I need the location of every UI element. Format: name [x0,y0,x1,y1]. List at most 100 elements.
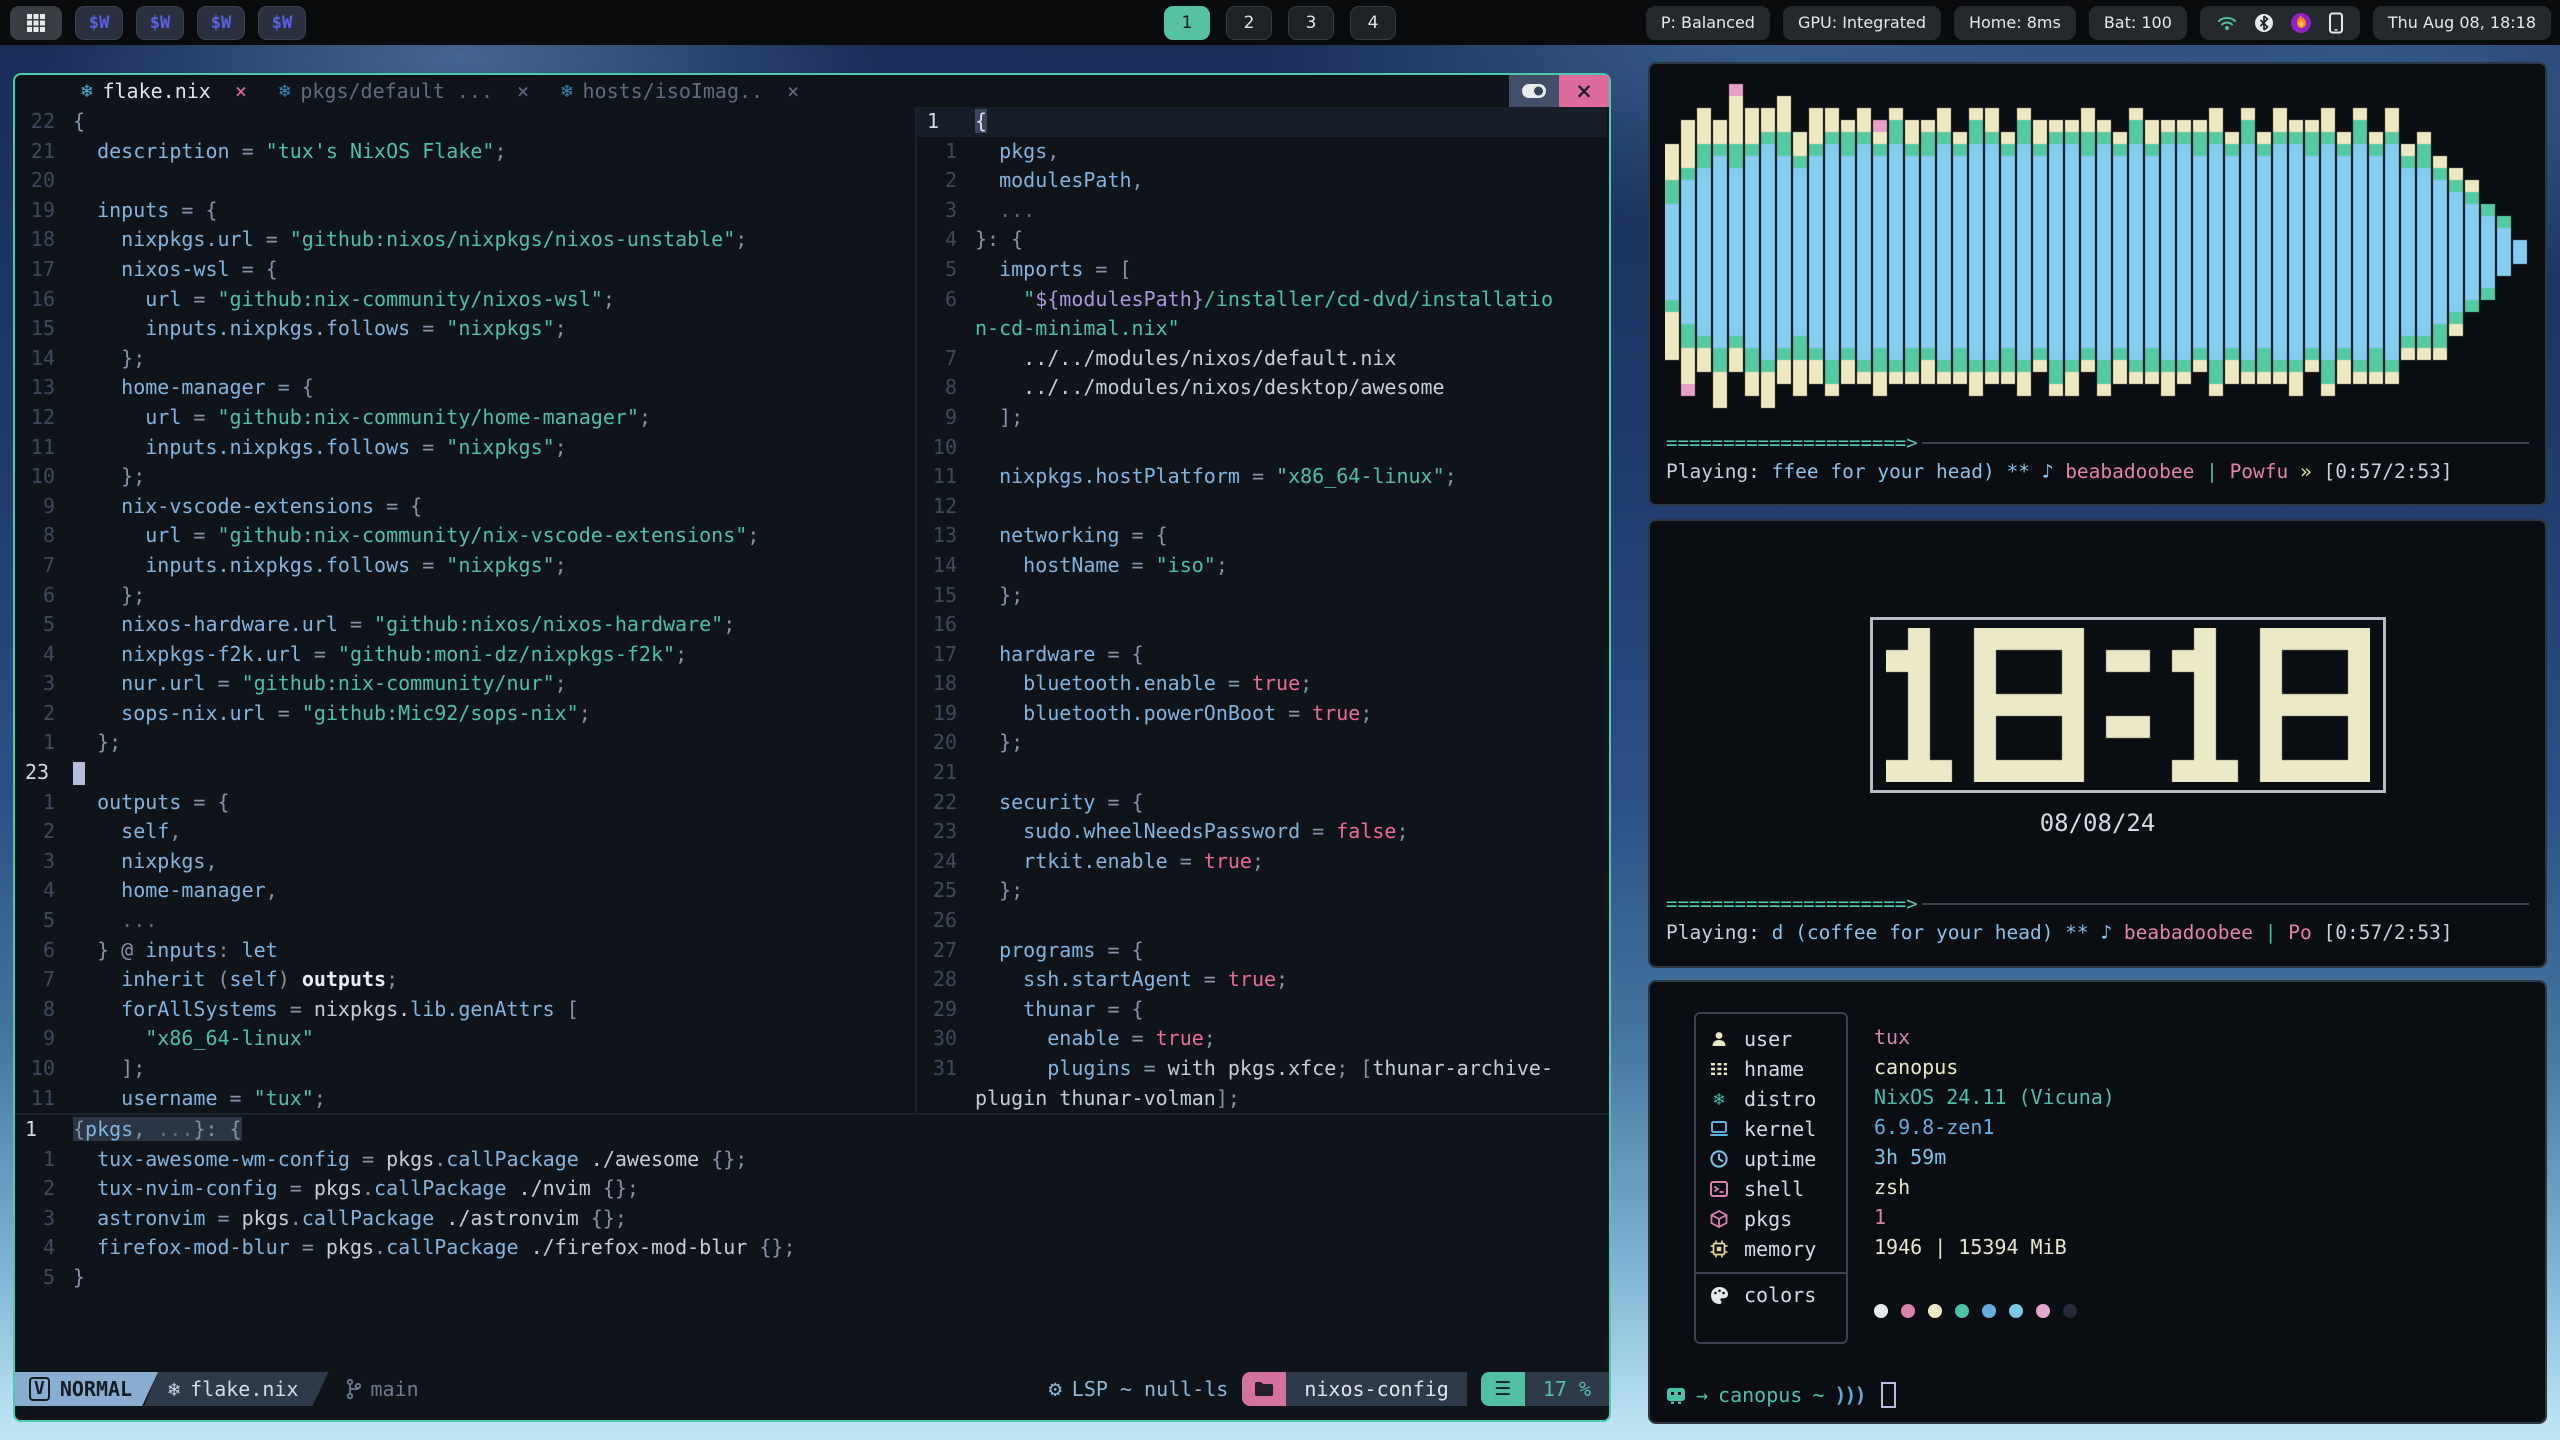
code-line[interactable]: 17 nixos-wsl = { [15,255,915,285]
code-line[interactable]: 4}: { [917,225,1607,255]
code-line[interactable]: 25 }; [917,876,1607,906]
code-line[interactable]: 10 [917,433,1607,463]
code-line[interactable]: 19 bluetooth.powerOnBoot = true; [917,699,1607,729]
tab-close-icon[interactable]: × [787,79,799,103]
code-line[interactable]: 6 }; [15,581,915,611]
code-line[interactable]: 4 home-manager, [15,876,915,906]
code-line[interactable]: 11 inputs.nixpkgs.follows = "nixpkgs"; [15,433,915,463]
tab-hosts/isoImag..[interactable]: ❄hosts/isoImag..× [555,79,825,103]
code-line[interactable]: 22{ [15,107,915,137]
code-line[interactable]: 3 nur.url = "github:nix-community/nur"; [15,669,915,699]
code-line[interactable]: 7 inputs.nixpkgs.follows = "nixpkgs"; [15,551,915,581]
code-line[interactable]: 2 tux-nvim-config = pkgs.callPackage ./n… [15,1174,1609,1204]
code-line[interactable]: 20 }; [917,728,1607,758]
code-line[interactable]: 8 ../../modules/nixos/desktop/awesome [917,373,1607,403]
code-line[interactable]: 1 outputs = { [15,788,915,818]
code-line[interactable]: 7 inherit (self) outputs; [15,965,915,995]
code-line[interactable]: 6 } @ inputs: let [15,936,915,966]
fetch-window[interactable]: userhname❄distrokerneluptimeshellpkgsmem… [1648,980,2547,1424]
code-line[interactable]: 26 [917,906,1607,936]
code-line[interactable]: 18 nixpkgs.url = "github:nixos/nixpkgs/n… [15,225,915,255]
code-line[interactable]: 13 home-manager = { [15,373,915,403]
tag-4[interactable]: 4 [1350,6,1396,40]
code-line[interactable]: 3 astronvim = pkgs.callPackage ./astronv… [15,1204,1609,1234]
code-line[interactable]: 1 }; [15,728,915,758]
code-line[interactable]: plugin thunar-volman]; [917,1084,1607,1113]
code-line[interactable]: 11 nixpkgs.hostPlatform = "x86_64-linux"… [917,462,1607,492]
code-line[interactable]: 10 }; [15,462,915,492]
code-line[interactable]: 14 }; [15,344,915,374]
code-line[interactable]: 5 imports = [ [917,255,1607,285]
workspace-icon[interactable]: $W [258,6,306,40]
code-line[interactable]: 15 inputs.nixpkgs.follows = "nixpkgs"; [15,314,915,344]
code-line[interactable]: 18 bluetooth.enable = true; [917,669,1607,699]
visualizer-window[interactable]: =====================> Playing: ffee for… [1648,62,2547,506]
code-line[interactable]: 21 description = "tux's NixOS Flake"; [15,137,915,167]
window-close-button[interactable]: × [1559,75,1609,107]
launcher-icon[interactable] [10,6,62,40]
code-line[interactable]: 1{ [917,107,1607,137]
code-line[interactable]: 7 ../../modules/nixos/default.nix [917,344,1607,374]
code-line[interactable]: 19 inputs = { [15,196,915,226]
editor-pane-iso[interactable]: 1{1 pkgs,2 modulesPath,3 ...4}: {5 impor… [917,107,1607,1113]
code-line[interactable]: 1 pkgs, [917,137,1607,167]
workspace-icon[interactable]: $W [197,6,245,40]
workspace-icon[interactable]: $W [136,6,184,40]
code-line[interactable]: 30 enable = true; [917,1024,1607,1054]
code-line[interactable]: n-cd-minimal.nix" [917,314,1607,344]
code-line[interactable]: 3 nixpkgs, [15,847,915,877]
code-line[interactable]: 1{pkgs, ...}: { [15,1115,1609,1145]
code-line[interactable]: 12 url = "github:nix-community/home-mana… [15,403,915,433]
clock-window[interactable]: 08/08/24 =====================> Playing:… [1648,519,2547,968]
editor-pane-flake[interactable]: 22{21 description = "tux's NixOS Flake";… [15,107,915,1113]
code-line[interactable]: 2 sops-nix.url = "github:Mic92/sops-nix"… [15,699,915,729]
code-line[interactable]: 14 hostName = "iso"; [917,551,1607,581]
neovim-window[interactable]: ❄flake.nix×❄pkgs/default ...×❄hosts/isoI… [13,73,1611,1422]
code-line[interactable]: 5 nixos-hardware.url = "github:nixos/nix… [15,610,915,640]
code-line[interactable]: 9 "x86_64-linux" [15,1024,915,1054]
code-line[interactable]: 16 [917,610,1607,640]
code-line[interactable]: 28 ssh.startAgent = true; [917,965,1607,995]
code-line[interactable]: 13 networking = { [917,521,1607,551]
code-line[interactable]: 2 self, [15,817,915,847]
code-line[interactable]: 31 plugins = with pkgs.xfce; [thunar-arc… [917,1054,1607,1084]
code-line[interactable]: 12 [917,492,1607,522]
tab-close-icon[interactable]: × [235,79,247,103]
shell-prompt[interactable]: → canopus ~ ))) [1666,1382,1896,1408]
code-line[interactable]: 11 username = "tux"; [15,1084,915,1113]
code-line[interactable]: 1 tux-awesome-wm-config = pkgs.callPacka… [15,1145,1609,1175]
code-line[interactable]: 10 ]; [15,1054,915,1084]
code-line[interactable]: 5} [15,1263,1609,1293]
code-line[interactable]: 27 programs = { [917,936,1607,966]
code-line[interactable]: 23 sudo.wheelNeedsPassword = false; [917,817,1607,847]
workspace-icon[interactable]: $W [75,6,123,40]
code-line[interactable]: 20 [15,166,915,196]
code-line[interactable]: 24 rtkit.enable = true; [917,847,1607,877]
code-line[interactable]: 29 thunar = { [917,995,1607,1025]
tab-flake.nix[interactable]: ❄flake.nix× [75,79,273,103]
code-line[interactable]: 4 firefox-mod-blur = pkgs.callPackage ./… [15,1233,1609,1263]
tag-2[interactable]: 2 [1226,6,1272,40]
code-line[interactable]: 8 url = "github:nix-community/nix-vscode… [15,521,915,551]
code-line[interactable]: 16 url = "github:nix-community/nixos-wsl… [15,285,915,315]
code-line[interactable]: 8 forAllSystems = nixpkgs.lib.genAttrs [ [15,995,915,1025]
tab-pkgs/default ...[interactable]: ❄pkgs/default ...× [273,79,555,103]
code-line[interactable]: 15 }; [917,581,1607,611]
toggle-button[interactable] [1509,75,1559,107]
code-line[interactable]: 3 ... [917,196,1607,226]
code-line[interactable]: 21 [917,758,1607,788]
tag-1[interactable]: 1 [1164,6,1210,40]
code-line[interactable]: 23 [15,758,915,788]
code-line[interactable]: 9 nix-vscode-extensions = { [15,492,915,522]
code-line[interactable]: 6 "${modulesPath}/installer/cd-dvd/insta… [917,285,1607,315]
code-line[interactable]: 5 ... [15,906,915,936]
code-line[interactable]: 22 security = { [917,788,1607,818]
code-line[interactable]: 17 hardware = { [917,640,1607,670]
code-line[interactable]: 2 modulesPath, [917,166,1607,196]
editor-pane-pkgs[interactable]: 1{pkgs, ...}: {1 tux-awesome-wm-config =… [15,1115,1609,1295]
code-line[interactable]: 9 ]; [917,403,1607,433]
tray-pill[interactable] [2200,6,2360,40]
tag-3[interactable]: 3 [1288,6,1334,40]
tab-close-icon[interactable]: × [517,79,529,103]
code-line[interactable]: 4 nixpkgs-f2k.url = "github:moni-dz/nixp… [15,640,915,670]
